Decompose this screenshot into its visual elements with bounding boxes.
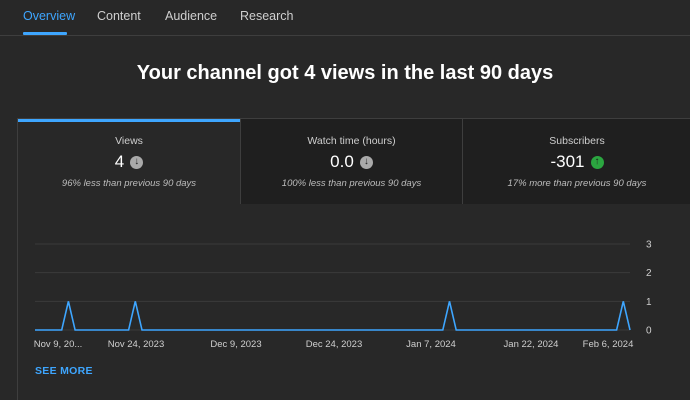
x-tick-label: Jan 7, 2024 [406, 339, 456, 350]
x-tick-label: Dec 9, 2023 [210, 339, 261, 350]
views-series-line [35, 301, 631, 331]
y-tick-label: 3 [646, 240, 652, 251]
y-tick-label: 1 [646, 297, 652, 308]
y-tick-label: 0 [646, 326, 652, 337]
y-tick-label: 2 [646, 268, 652, 279]
see-more-link[interactable]: SEE MORE [35, 365, 93, 377]
views-line-chart: 0 1 2 3 Nov 9, 20... Nov 24, 2023 Dec 9, 2023 D… [34, 240, 652, 351]
x-tick-label: Jan 22, 2024 [504, 339, 559, 350]
x-tick-label: Nov 24, 2023 [108, 339, 165, 350]
x-tick-label: Dec 24, 2023 [306, 339, 363, 350]
x-tick-label: Feb 6, 2024 [583, 339, 634, 350]
x-tick-label: Nov 9, 20... [34, 339, 83, 350]
